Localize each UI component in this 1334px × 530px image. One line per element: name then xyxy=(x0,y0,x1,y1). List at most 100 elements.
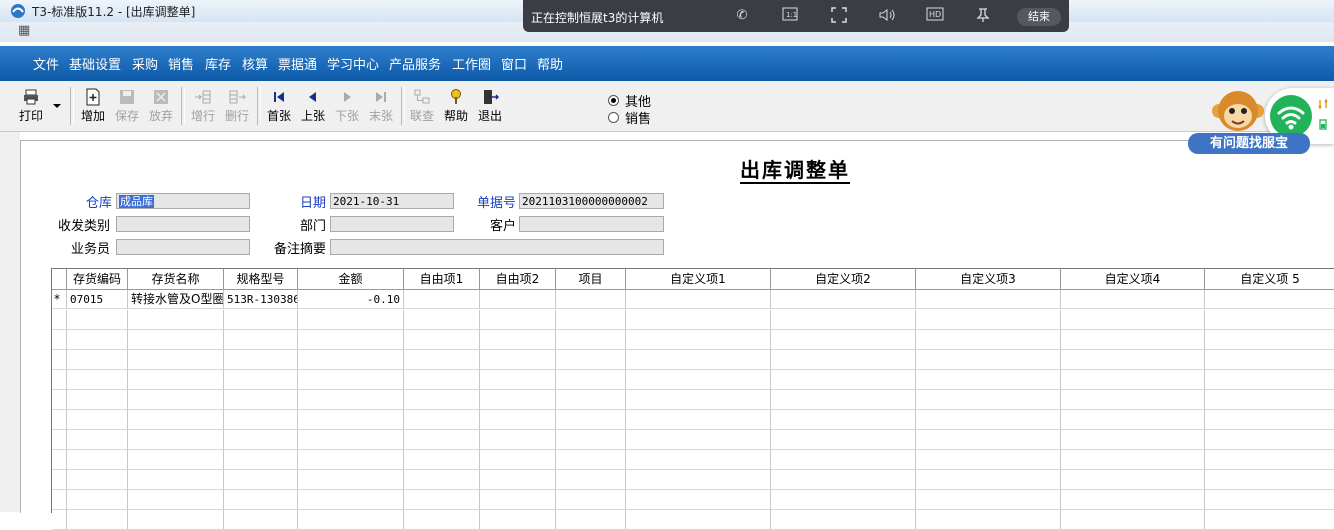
empty-grid-cell[interactable] xyxy=(224,330,298,350)
empty-grid-cell[interactable] xyxy=(52,350,67,370)
empty-grid-cell[interactable] xyxy=(480,410,556,430)
empty-grid-cell[interactable] xyxy=(771,430,916,450)
empty-grid-cell[interactable] xyxy=(480,430,556,450)
empty-grid-cell[interactable] xyxy=(1061,390,1205,410)
cell-spec[interactable]: 513R-130386 xyxy=(224,290,298,309)
col-header-custom1[interactable]: 自定义项1 xyxy=(626,269,771,290)
menu-help[interactable]: 帮助 xyxy=(537,54,563,73)
dept-field[interactable] xyxy=(330,216,454,232)
empty-grid-cell[interactable] xyxy=(67,410,128,430)
cell-project[interactable] xyxy=(556,290,626,309)
phone-icon[interactable]: ✆ xyxy=(733,7,751,25)
empty-grid-cell[interactable] xyxy=(1061,330,1205,350)
empty-grid-cell[interactable] xyxy=(1061,350,1205,370)
customer-field[interactable] xyxy=(519,216,664,232)
col-header-name[interactable]: 存货名称 xyxy=(128,269,224,290)
menu-window[interactable]: 窗口 xyxy=(501,54,527,73)
volume-icon[interactable] xyxy=(878,7,896,25)
empty-grid-cell[interactable] xyxy=(771,470,916,490)
empty-grid-cell[interactable] xyxy=(128,410,224,430)
empty-grid-cell[interactable] xyxy=(771,510,916,530)
empty-grid-cell[interactable] xyxy=(480,310,556,330)
empty-grid-cell[interactable] xyxy=(771,450,916,470)
empty-grid-cell[interactable] xyxy=(771,410,916,430)
empty-grid-cell[interactable] xyxy=(52,390,67,410)
empty-grid-cell[interactable] xyxy=(480,330,556,350)
empty-grid-cell[interactable] xyxy=(1205,390,1334,410)
next-record-button[interactable]: 下张 xyxy=(331,85,363,127)
empty-grid-cell[interactable] xyxy=(480,350,556,370)
empty-grid-cell[interactable] xyxy=(52,510,67,530)
col-header-code[interactable]: 存货编码 xyxy=(67,269,128,290)
empty-grid-cell[interactable] xyxy=(128,510,224,530)
empty-grid-cell[interactable] xyxy=(298,470,404,490)
empty-grid-cell[interactable] xyxy=(67,390,128,410)
empty-grid-cell[interactable] xyxy=(1061,470,1205,490)
empty-grid-cell[interactable] xyxy=(404,470,480,490)
hd-icon[interactable]: HD xyxy=(926,7,944,25)
empty-grid-cell[interactable] xyxy=(771,350,916,370)
empty-grid-cell[interactable] xyxy=(771,490,916,510)
empty-grid-cell[interactable] xyxy=(626,450,771,470)
empty-grid-cell[interactable] xyxy=(224,310,298,330)
empty-grid-cell[interactable] xyxy=(298,370,404,390)
empty-grid-cell[interactable] xyxy=(224,410,298,430)
empty-grid-cell[interactable] xyxy=(1205,430,1334,450)
discard-button[interactable]: 放弃 xyxy=(145,85,177,127)
empty-grid-cell[interactable] xyxy=(128,470,224,490)
empty-grid-cell[interactable] xyxy=(128,450,224,470)
cell-free1[interactable] xyxy=(404,290,480,309)
empty-grid-cell[interactable] xyxy=(771,310,916,330)
empty-grid-cell[interactable] xyxy=(128,350,224,370)
row-marker[interactable]: * xyxy=(52,290,67,309)
empty-grid-cell[interactable] xyxy=(556,410,626,430)
cell-name[interactable]: 转接水管及O型圈 xyxy=(128,290,224,309)
empty-grid-cell[interactable] xyxy=(916,510,1061,530)
col-header-custom5[interactable]: 自定义项 5 xyxy=(1205,269,1334,290)
empty-grid-cell[interactable] xyxy=(556,510,626,530)
category-field[interactable] xyxy=(116,216,250,232)
empty-grid-cell[interactable] xyxy=(1205,350,1334,370)
empty-grid-cell[interactable] xyxy=(1061,430,1205,450)
empty-grid-cell[interactable] xyxy=(1205,410,1334,430)
document-icon[interactable]: ▦ xyxy=(18,23,30,38)
ratio-1-1-icon[interactable]: 1:1 xyxy=(781,7,799,25)
empty-grid-cell[interactable] xyxy=(916,470,1061,490)
menu-purchase[interactable]: 采购 xyxy=(132,54,158,73)
cell-custom4[interactable] xyxy=(1061,290,1205,309)
empty-grid-cell[interactable] xyxy=(128,370,224,390)
empty-grid-cell[interactable] xyxy=(480,450,556,470)
empty-grid-cell[interactable] xyxy=(52,450,67,470)
empty-grid-cell[interactable] xyxy=(626,370,771,390)
menu-basic-settings[interactable]: 基础设置 xyxy=(69,54,121,73)
add-row-button[interactable]: 增行 xyxy=(187,85,219,127)
empty-grid-cell[interactable] xyxy=(480,390,556,410)
empty-grid-cell[interactable] xyxy=(916,390,1061,410)
cell-custom5[interactable] xyxy=(1205,290,1334,309)
empty-grid-cell[interactable] xyxy=(556,430,626,450)
empty-grid-cell[interactable] xyxy=(52,310,67,330)
first-record-button[interactable]: 首张 xyxy=(263,85,295,127)
empty-grid-cell[interactable] xyxy=(626,390,771,410)
menu-file[interactable]: 文件 xyxy=(33,54,59,73)
empty-grid-cell[interactable] xyxy=(52,370,67,390)
menu-bills[interactable]: 票据通 xyxy=(278,54,317,73)
help-button[interactable]: 帮助 xyxy=(440,85,472,127)
empty-grid-cell[interactable] xyxy=(224,490,298,510)
empty-grid-cell[interactable] xyxy=(556,350,626,370)
empty-grid-cell[interactable] xyxy=(480,470,556,490)
previous-record-button[interactable]: 上张 xyxy=(297,85,329,127)
empty-grid-cell[interactable] xyxy=(1061,450,1205,470)
empty-grid-cell[interactable] xyxy=(298,310,404,330)
empty-grid-cell[interactable] xyxy=(626,470,771,490)
empty-grid-cell[interactable] xyxy=(556,370,626,390)
delete-row-button[interactable]: 删行 xyxy=(221,85,253,127)
empty-grid-cell[interactable] xyxy=(556,450,626,470)
empty-grid-cell[interactable] xyxy=(224,370,298,390)
empty-grid-cell[interactable] xyxy=(626,490,771,510)
empty-grid-cell[interactable] xyxy=(298,410,404,430)
save-button[interactable]: 保存 xyxy=(111,85,143,127)
empty-grid-cell[interactable] xyxy=(1061,310,1205,330)
empty-grid-cell[interactable] xyxy=(556,490,626,510)
empty-grid-cell[interactable] xyxy=(128,330,224,350)
